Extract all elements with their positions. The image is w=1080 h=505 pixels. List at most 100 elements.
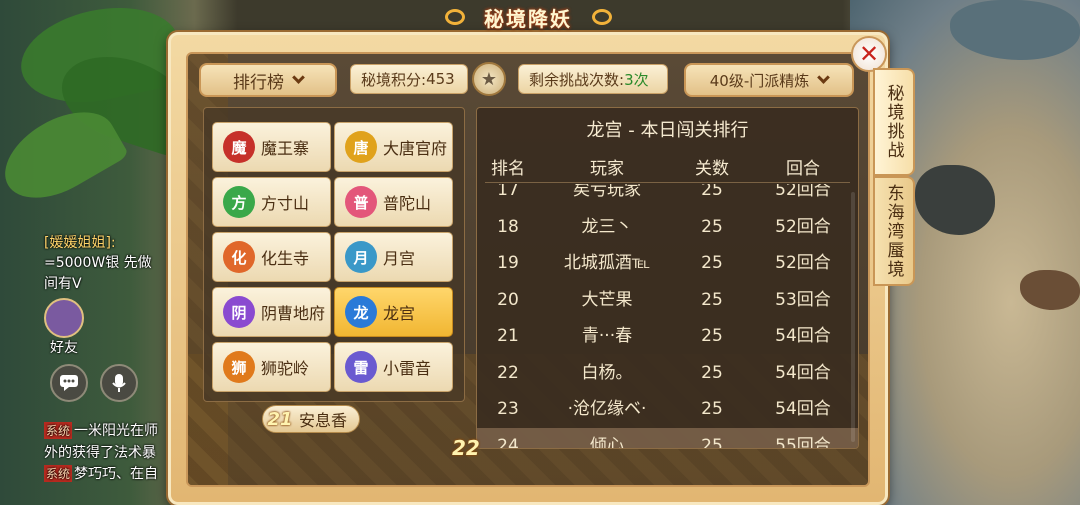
- school-emblem-icon: 魔: [223, 131, 255, 163]
- school-button[interactable]: 雷小雷音: [334, 342, 453, 392]
- school-button[interactable]: 月月宫: [334, 232, 453, 282]
- floor-name: 安息香: [299, 411, 348, 430]
- ribbon-right-swirl: [592, 9, 612, 25]
- chat-message-name: [媛媛姐姐]:: [44, 235, 116, 251]
- system-tag: 系统: [44, 422, 73, 439]
- school-button[interactable]: 狮狮驼岭: [212, 342, 331, 392]
- tab-secret-challenge[interactable]: 秘境挑战: [873, 68, 915, 176]
- friends-label: 好友: [50, 340, 78, 356]
- header-level: 关数: [695, 159, 729, 179]
- ranking-dropdown-label: 排行榜: [233, 72, 284, 93]
- header-rounds: 回合: [786, 159, 820, 179]
- level-cell: 25: [701, 399, 723, 419]
- level-cell: 25: [701, 326, 723, 346]
- challenges-value: 3次: [624, 70, 649, 89]
- rank-cell: 19: [497, 253, 519, 273]
- level-select-label: 40级-门派精炼: [709, 71, 810, 90]
- rank-cell: 21: [497, 326, 519, 346]
- school-label: 狮驼岭: [261, 359, 310, 378]
- close-icon: ✕: [858, 40, 880, 68]
- level-cell: 25: [701, 362, 723, 383]
- school-emblem-icon: 月: [345, 241, 377, 273]
- rank-cell: 23: [497, 399, 519, 419]
- friend-avatar[interactable]: [44, 298, 84, 338]
- player-cell: 大芒果: [581, 289, 633, 310]
- level-select-dropdown[interactable]: 40级-门派精炼: [684, 63, 854, 97]
- rank-cell: 20: [497, 289, 519, 310]
- school-button[interactable]: 化化生寺: [212, 232, 331, 282]
- rounds-cell: 54回合: [775, 362, 831, 383]
- system-message-text: 梦巧巧、在自: [74, 466, 159, 482]
- system-message: 外的获得了法术暴: [44, 445, 156, 461]
- system-message-text: 一米阳光在师: [74, 423, 159, 439]
- chat-message: 间有V: [44, 276, 82, 292]
- table-row[interactable]: 17 矣亏玩家 25 52回合: [477, 184, 858, 208]
- header-player: 玩家: [590, 159, 624, 179]
- system-tag: 系统: [44, 465, 73, 482]
- level-cell: 25: [701, 216, 723, 237]
- school-button[interactable]: 唐大唐官府: [334, 122, 453, 172]
- rounds-cell: 52回合: [775, 253, 831, 273]
- table-row[interactable]: 24 倾心 25 55回合: [477, 427, 858, 449]
- player-cell: 龙三丶: [581, 216, 633, 237]
- table-row[interactable]: 20 大芒果 25 53回合: [477, 282, 858, 318]
- rank-cell: 22: [497, 362, 519, 383]
- challenges-display: 剩余挑战次数: 3次: [518, 64, 668, 94]
- table-row[interactable]: 19 北城孤酒℡ 25 52回合: [477, 245, 858, 281]
- close-button[interactable]: ✕: [851, 36, 887, 72]
- level-cell: 25: [701, 435, 723, 449]
- tab-east-sea-mirage[interactable]: 东海湾蜃境: [873, 176, 915, 286]
- ranking-dropdown[interactable]: 排行榜: [199, 63, 337, 97]
- table-row[interactable]: 22 白杨。 25 54回合: [477, 355, 858, 391]
- school-emblem-icon: 阴: [223, 296, 255, 328]
- rank-cell: 18: [497, 216, 519, 237]
- school-button[interactable]: 普普陀山: [334, 177, 453, 227]
- level-cell: 25: [701, 289, 723, 310]
- ranking-header: 排名 玩家 关数 回合: [477, 154, 858, 182]
- chat-icon[interactable]: [50, 364, 88, 402]
- school-emblem-icon: 方: [223, 186, 255, 218]
- school-label: 小雷音: [383, 359, 432, 378]
- ranking-scrollbar[interactable]: [851, 192, 855, 442]
- rounds-cell: 52回合: [775, 216, 831, 237]
- level-cell: 25: [701, 253, 723, 273]
- school-emblem-icon: 化: [223, 241, 255, 273]
- ranking-rows[interactable]: 17 矣亏玩家 25 52回合 18 龙三丶 25 52回合 19 北城孤酒℡ 25 52回合 20 大芒…: [477, 184, 858, 448]
- table-row[interactable]: 21 青···春 25 54回合: [477, 318, 858, 354]
- player-cell: ·沧亿缘ベ·: [567, 399, 647, 419]
- system-message: 系统 一米阳光在师: [44, 420, 158, 440]
- school-button[interactable]: 阴阴曹地府: [212, 287, 331, 337]
- school-emblem-icon: 普: [345, 186, 377, 218]
- player-cell: 矣亏玩家: [573, 184, 641, 200]
- table-row[interactable]: 23 ·沧亿缘ベ· 25 54回合: [477, 391, 858, 427]
- rank-cell: 17: [497, 184, 519, 200]
- challenges-label: 剩余挑战次数:: [529, 70, 625, 89]
- rounds-cell: 52回合: [775, 184, 831, 200]
- chat-message: =5000W银 先做: [44, 255, 152, 271]
- player-cell: 青···春: [581, 326, 633, 346]
- score-value: 453: [426, 70, 455, 88]
- chevron-down-icon: [292, 70, 305, 84]
- player-cell: 倾心: [590, 435, 624, 449]
- school-label: 普陀山: [383, 194, 432, 213]
- system-message: 系统 梦巧巧、在自: [44, 463, 158, 483]
- star-icon[interactable]: ★: [472, 62, 506, 96]
- ranking-title: 龙宫 - 本日闯关排行: [586, 120, 749, 141]
- rounds-cell: 53回合: [775, 289, 831, 310]
- school-label: 龙宫: [383, 304, 416, 323]
- player-cell: 白杨。: [581, 362, 633, 383]
- table-row[interactable]: 18 龙三丶 25 52回合: [477, 209, 858, 245]
- school-button[interactable]: 魔魔王寨: [212, 122, 331, 172]
- school-emblem-icon: 狮: [223, 351, 255, 383]
- school-label: 方寸山: [261, 194, 310, 213]
- ranking-panel: 龙宫 - 本日闯关排行 排名 玩家 关数 回合 17 矣亏玩家 25 52回合 18 龙三…: [476, 107, 859, 449]
- level-cell: 25: [701, 184, 723, 200]
- floor-number: 22: [452, 436, 480, 460]
- school-emblem-icon: 唐: [345, 131, 377, 163]
- microphone-icon[interactable]: [100, 364, 138, 402]
- player-cell: 北城孤酒℡: [563, 253, 651, 273]
- school-button[interactable]: 龙龙宫: [334, 287, 453, 337]
- school-label: 阴曹地府: [261, 304, 326, 323]
- school-button[interactable]: 方方寸山: [212, 177, 331, 227]
- tab-label: 秘境挑战: [883, 84, 904, 160]
